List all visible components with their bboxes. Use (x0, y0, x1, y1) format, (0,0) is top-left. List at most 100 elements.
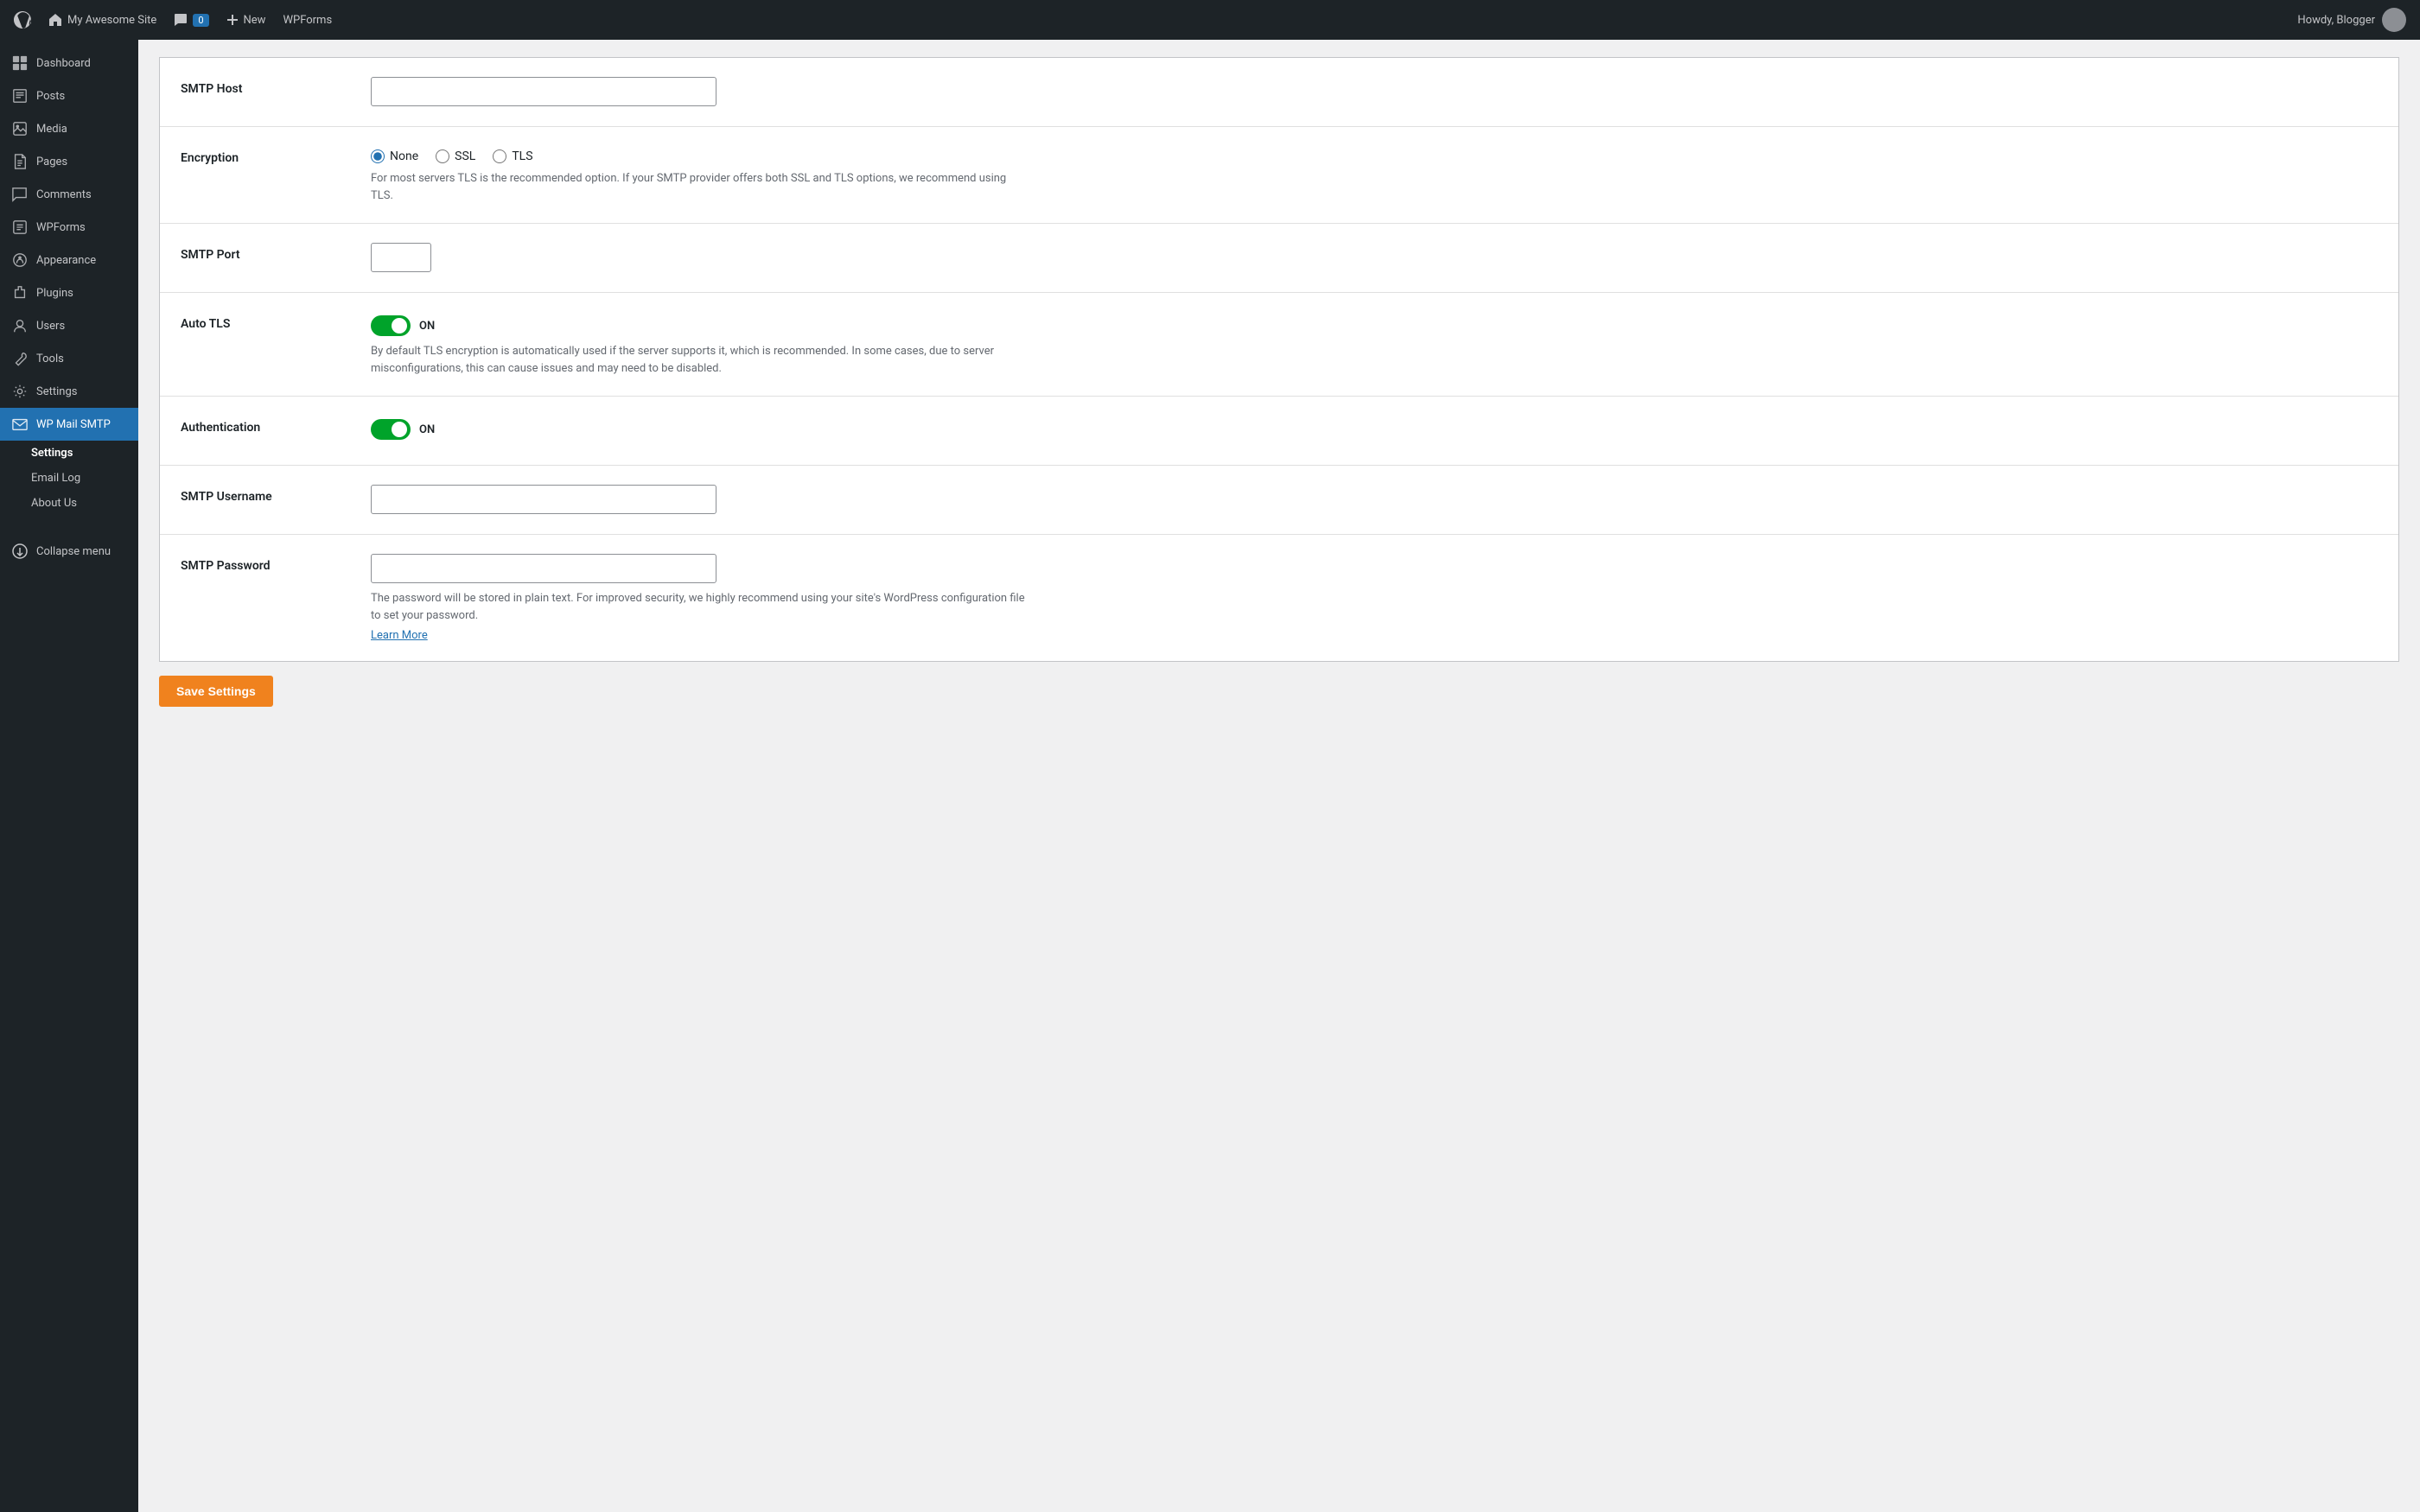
smtp-password-label: SMTP Password (181, 554, 371, 573)
comment-count: 0 (193, 14, 208, 27)
dashboard-icon (12, 55, 28, 71)
smtp-host-input[interactable] (371, 77, 716, 106)
sidebar-sub-email-log[interactable]: Email Log (0, 466, 138, 491)
smtp-port-row: SMTP Port (160, 224, 2398, 293)
smtp-port-input[interactable] (371, 243, 431, 272)
sidebar-item-posts[interactable]: Posts (0, 79, 138, 112)
encryption-row: Encryption None SSL TLS (160, 127, 2398, 224)
sidebar-appearance-label: Appearance (36, 254, 96, 267)
encryption-none-label: None (390, 149, 418, 163)
auto-tls-toggle-wrap: ON (371, 312, 2378, 336)
layout: Dashboard Posts Media Pages (0, 40, 2420, 1512)
site-name-button[interactable]: My Awesome Site (48, 13, 156, 27)
save-settings-button[interactable]: Save Settings (159, 676, 273, 707)
auto-tls-label: Auto TLS (181, 312, 371, 331)
encryption-help-text: For most servers TLS is the recommended … (371, 170, 1028, 204)
authentication-label: Authentication (181, 416, 371, 435)
auto-tls-control: ON By default TLS encryption is automati… (371, 312, 2378, 377)
sidebar-tools-label: Tools (36, 353, 64, 365)
site-name-label: My Awesome Site (67, 14, 156, 27)
howdy-label: Howdy, Blogger (2297, 14, 2375, 27)
authentication-toggle[interactable] (371, 419, 411, 440)
authentication-on-label: ON (419, 423, 435, 436)
admin-bar: My Awesome Site 0 New WPForms Howdy, Blo… (0, 0, 2420, 40)
authentication-row: Authentication ON (160, 397, 2398, 466)
wpforms-bar-label: WPForms (283, 14, 332, 27)
new-label: New (244, 14, 266, 27)
users-icon (12, 318, 28, 334)
encryption-ssl-option[interactable]: SSL (436, 149, 475, 163)
sidebar-item-pages[interactable]: Pages (0, 145, 138, 178)
sidebar-sub-settings[interactable]: Settings (0, 441, 138, 466)
smtp-host-control (371, 77, 2378, 106)
comment-icon (174, 13, 188, 27)
sidebar-item-settings[interactable]: Settings (0, 375, 138, 408)
encryption-tls-label: TLS (512, 149, 532, 163)
wpforms-bar-button[interactable]: WPForms (283, 14, 332, 27)
plus-icon (226, 14, 239, 26)
smtp-port-control (371, 243, 2378, 272)
admin-bar-left: My Awesome Site 0 New WPForms (14, 11, 332, 29)
sidebar-item-wpforms[interactable]: WPForms (0, 211, 138, 244)
mail-icon (12, 416, 28, 432)
sidebar-comments-label: Comments (36, 188, 92, 201)
settings-icon (12, 384, 28, 399)
learn-more-link[interactable]: Learn More (371, 629, 428, 642)
collapse-label: Collapse menu (36, 545, 111, 558)
avatar (2382, 8, 2406, 32)
encryption-ssl-radio[interactable] (436, 149, 449, 163)
auto-tls-on-label: ON (419, 320, 435, 333)
wpforms-icon (12, 219, 28, 235)
sidebar-item-users[interactable]: Users (0, 309, 138, 342)
sidebar-plugins-label: Plugins (36, 287, 73, 300)
sidebar-item-tools[interactable]: Tools (0, 342, 138, 375)
encryption-tls-option[interactable]: TLS (493, 149, 532, 163)
smtp-password-help-text: The password will be stored in plain tex… (371, 590, 1028, 624)
encryption-radio-group: None SSL TLS (371, 146, 2378, 163)
sidebar-media-label: Media (36, 123, 67, 136)
tools-icon (12, 351, 28, 366)
smtp-host-row: SMTP Host (160, 58, 2398, 127)
sidebar-item-appearance[interactable]: Appearance (0, 244, 138, 276)
sidebar-item-dashboard[interactable]: Dashboard (0, 47, 138, 79)
smtp-password-input[interactable] (371, 554, 716, 583)
sidebar-item-wp-mail-smtp[interactable]: WP Mail SMTP (0, 408, 138, 441)
sidebar-sub-about-us[interactable]: About Us (0, 491, 138, 516)
sidebar-dashboard-label: Dashboard (36, 57, 91, 70)
comments-button[interactable]: 0 (174, 13, 208, 27)
sidebar-posts-label: Posts (36, 90, 65, 103)
encryption-none-radio[interactable] (371, 149, 385, 163)
collapse-menu-button[interactable]: Collapse menu (0, 533, 138, 569)
smtp-port-label: SMTP Port (181, 243, 371, 262)
smtp-password-control: The password will be stored in plain tex… (371, 554, 2378, 642)
sidebar-submenu: Settings Email Log About Us (0, 441, 138, 516)
sidebar-pages-label: Pages (36, 156, 67, 168)
auto-tls-row: Auto TLS ON By default TLS encryption is… (160, 293, 2398, 397)
smtp-form: SMTP Host Encryption None (159, 57, 2399, 662)
wp-logo-icon (14, 11, 31, 29)
sidebar-settings-label: Settings (36, 385, 77, 398)
smtp-username-control (371, 485, 2378, 514)
wp-logo-button[interactable] (14, 11, 31, 29)
main-content: SMTP Host Encryption None (138, 40, 2420, 1512)
encryption-none-option[interactable]: None (371, 149, 418, 163)
collapse-icon (12, 543, 28, 559)
admin-bar-right: Howdy, Blogger (2297, 8, 2406, 32)
pages-icon (12, 154, 28, 169)
sidebar-users-label: Users (36, 320, 65, 333)
encryption-tls-radio[interactable] (493, 149, 506, 163)
smtp-host-label: SMTP Host (181, 77, 371, 96)
encryption-ssl-label: SSL (455, 149, 475, 163)
sidebar-item-plugins[interactable]: Plugins (0, 276, 138, 309)
sidebar-item-comments[interactable]: Comments (0, 178, 138, 211)
smtp-username-input[interactable] (371, 485, 716, 514)
authentication-control: ON (371, 416, 2378, 440)
appearance-icon (12, 252, 28, 268)
smtp-username-label: SMTP Username (181, 485, 371, 504)
posts-icon (12, 88, 28, 104)
auto-tls-toggle[interactable] (371, 315, 411, 336)
smtp-username-row: SMTP Username (160, 466, 2398, 535)
sidebar: Dashboard Posts Media Pages (0, 40, 138, 1512)
sidebar-item-media[interactable]: Media (0, 112, 138, 145)
new-button[interactable]: New (226, 14, 266, 27)
